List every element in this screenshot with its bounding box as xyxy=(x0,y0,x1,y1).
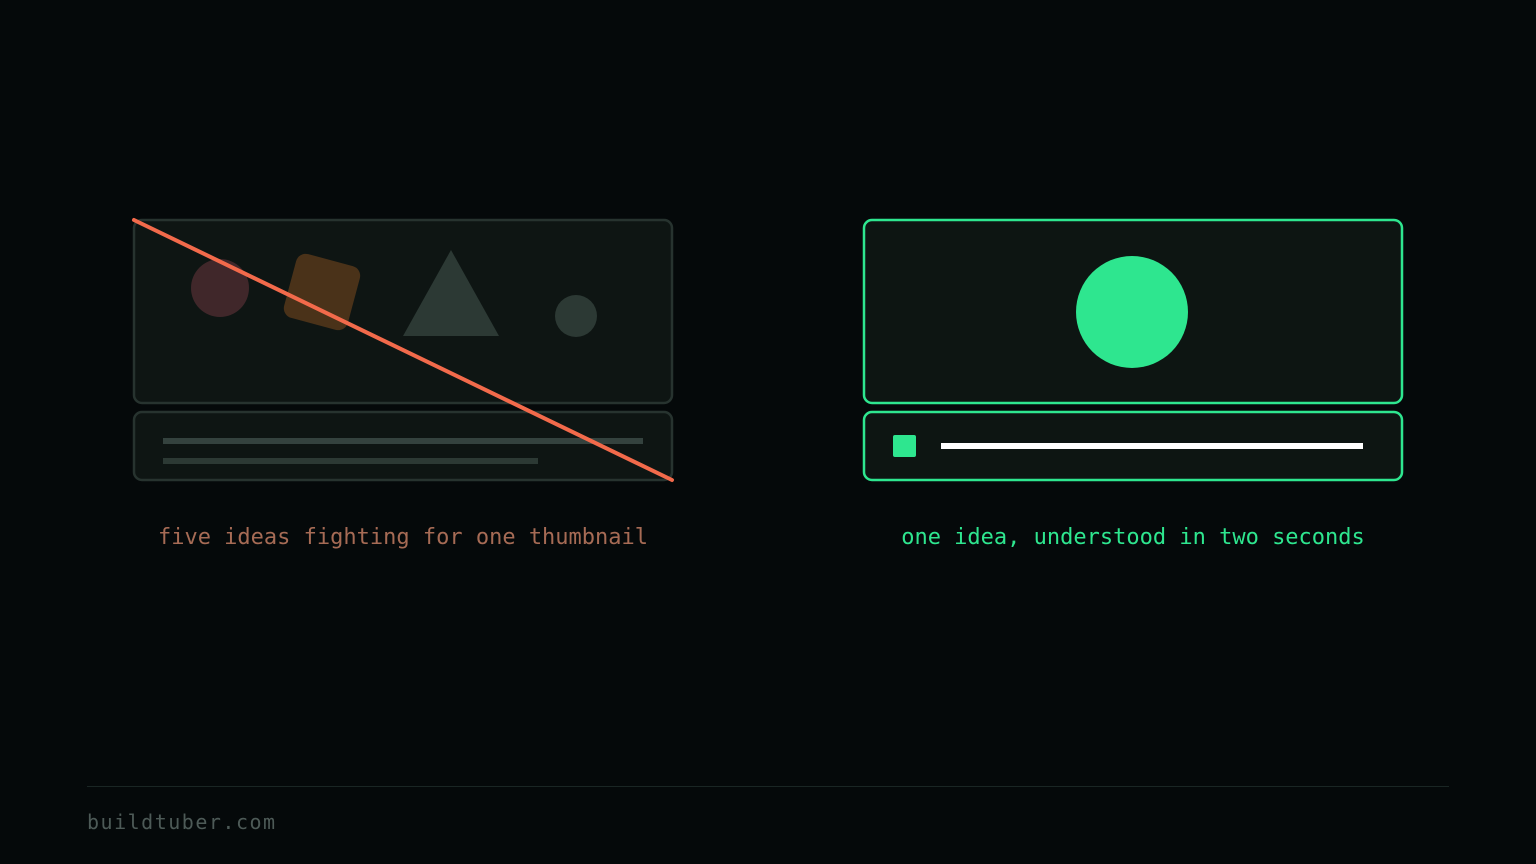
good-thumbnail xyxy=(862,218,1404,482)
footer-site-link: buildtuber.com xyxy=(87,810,277,834)
good-title-line xyxy=(941,443,1363,449)
square-bullet-icon xyxy=(893,435,916,457)
good-example-caption: one idea, understood in two seconds xyxy=(901,525,1365,550)
bad-thumbnail xyxy=(132,218,674,482)
small-circle-icon xyxy=(555,295,597,337)
comparison-diagram xyxy=(132,218,1404,482)
focus-circle-icon xyxy=(1076,256,1188,368)
footer-divider xyxy=(87,786,1449,787)
bad-title-line-2 xyxy=(163,458,538,464)
bad-example-caption: five ideas fighting for one thumbnail xyxy=(157,525,649,550)
bad-title-line-1 xyxy=(163,438,643,444)
circle-icon xyxy=(191,259,249,317)
comparison-slide: five ideas fighting for one thumbnail on… xyxy=(0,0,1536,864)
bad-title-bar-frame xyxy=(132,410,674,482)
